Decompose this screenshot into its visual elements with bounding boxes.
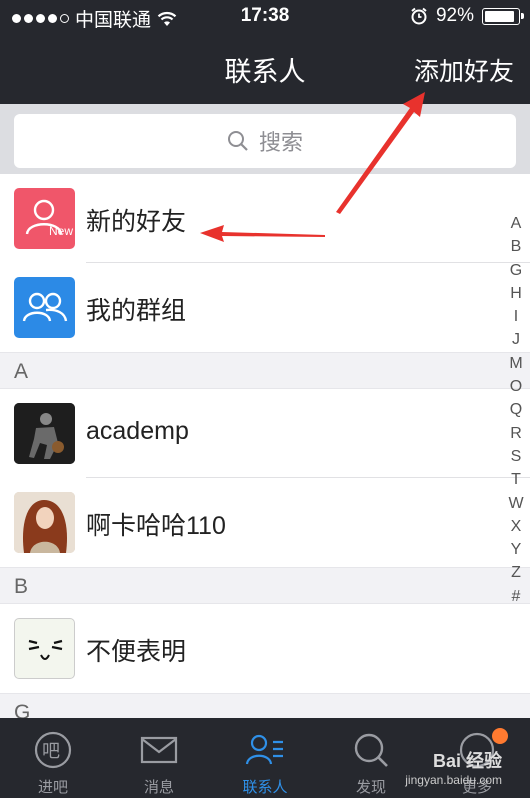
group-icon <box>14 277 75 338</box>
alphabet-index[interactable]: A B G H I J M O Q R S T W X Y Z # <box>506 212 526 608</box>
my-groups-row[interactable]: 我的群组 <box>0 263 530 352</box>
discover-icon <box>354 733 388 767</box>
index-letter[interactable]: Z <box>511 561 521 584</box>
contacts-icon <box>245 734 283 765</box>
nav-bar: 联系人 添加好友 <box>0 32 530 104</box>
index-letter[interactable]: X <box>511 515 522 538</box>
battery-icon <box>482 7 524 25</box>
avatar <box>14 403 75 464</box>
section-header: B <box>0 567 530 604</box>
index-letter[interactable]: M <box>509 352 522 375</box>
contact-name: 不便表明 <box>86 638 187 666</box>
contact-name: academp <box>86 417 189 445</box>
index-letter[interactable]: R <box>510 422 522 445</box>
tab-contacts[interactable]: 联系人 <box>212 718 318 798</box>
index-letter[interactable]: J <box>512 328 520 351</box>
alarm-icon <box>411 7 427 25</box>
contact-row[interactable]: academp <box>0 389 530 478</box>
avatar <box>14 618 75 679</box>
notification-badge <box>492 728 508 744</box>
status-right: 92% <box>410 5 524 27</box>
status-bar: 中国联通 17:38 92% <box>0 0 530 32</box>
svg-text:吧: 吧 <box>42 741 60 762</box>
index-letter[interactable]: G <box>510 259 522 282</box>
svg-text:New: New <box>49 224 73 238</box>
watermark: Bai 经验 jingyan.baidu.com <box>405 747 502 787</box>
index-letter[interactable]: I <box>514 305 518 328</box>
battery-percent: 92% <box>435 5 474 26</box>
section-header: A <box>0 352 530 389</box>
index-letter[interactable]: # <box>512 585 521 608</box>
index-letter[interactable]: Y <box>511 538 522 561</box>
index-letter[interactable]: O <box>510 375 522 398</box>
contact-list: New 新的好友 我的群组 A academp 啊卡哈哈110 B 不便表明 G <box>0 174 530 730</box>
tab-messages[interactable]: 消息 <box>106 718 212 798</box>
index-letter[interactable]: T <box>511 468 521 491</box>
avatar <box>14 492 75 553</box>
index-letter[interactable]: A <box>511 212 522 235</box>
search-input[interactable]: 搜索 <box>14 114 516 168</box>
index-letter[interactable]: W <box>508 492 523 515</box>
new-friend-icon: New <box>14 188 75 249</box>
message-icon <box>140 736 178 764</box>
watermark-url: jingyan.baidu.com <box>405 773 502 787</box>
index-letter[interactable]: S <box>511 445 522 468</box>
contact-row[interactable]: 啊卡哈哈110 <box>0 478 530 567</box>
contact-row[interactable]: 不便表明 <box>0 604 530 693</box>
enter-bar-icon: 吧 <box>34 731 72 769</box>
watermark-brand: Bai 经验 <box>432 751 502 771</box>
index-letter[interactable]: B <box>511 235 522 258</box>
search-placeholder: 搜索 <box>258 130 303 155</box>
add-friend-button[interactable]: 添加好友 <box>414 52 514 88</box>
tab-enter-bar[interactable]: 吧 进吧 <box>0 718 106 798</box>
index-letter[interactable]: H <box>510 282 522 305</box>
new-friends-row[interactable]: New 新的好友 <box>0 174 530 263</box>
contact-name: 啊卡哈哈110 <box>86 512 226 540</box>
list-item-label: 我的群组 <box>86 297 187 325</box>
search-icon <box>227 131 248 151</box>
index-letter[interactable]: Q <box>510 398 522 421</box>
search-area: 搜索 <box>0 104 530 174</box>
list-item-label: 新的好友 <box>86 208 187 236</box>
